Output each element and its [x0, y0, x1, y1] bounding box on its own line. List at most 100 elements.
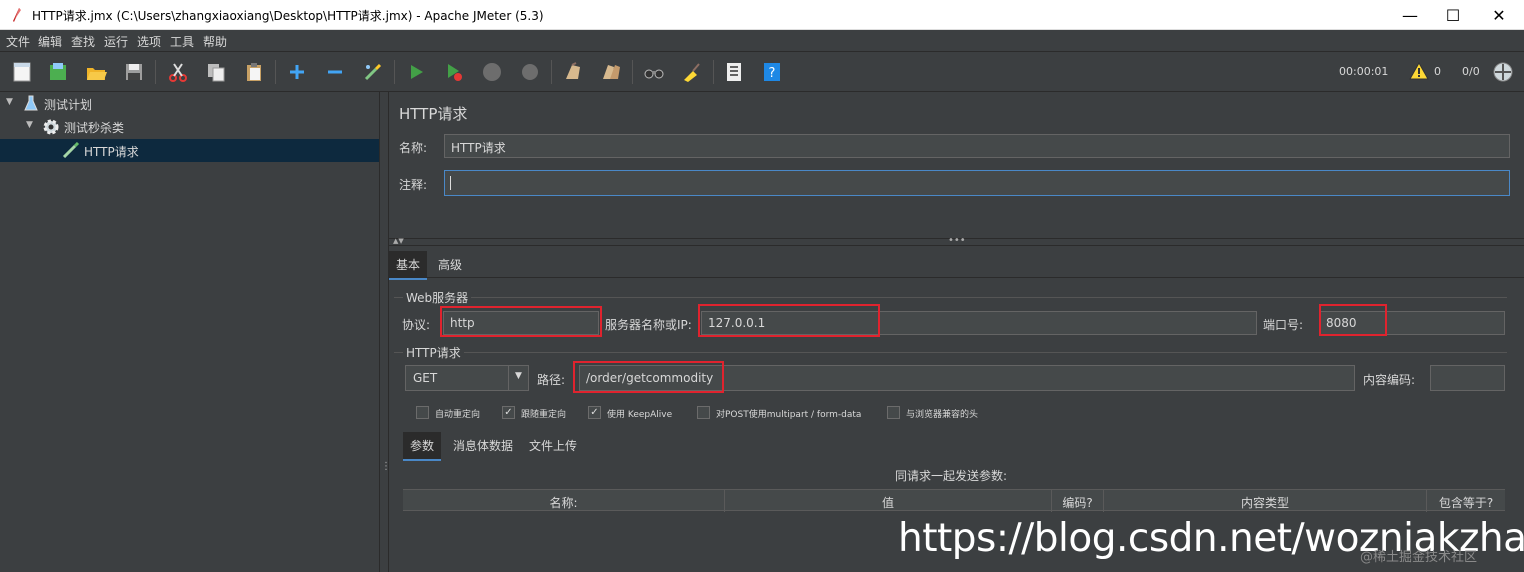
remove-icon[interactable]: [324, 61, 346, 83]
window-title: HTTP请求.jmx (C:\Users\zhangxiaoxiang\Desk…: [32, 9, 544, 23]
reset-search-icon[interactable]: [681, 61, 703, 83]
menu-edit[interactable]: 编辑: [38, 33, 62, 50]
toolbar-separator: [632, 60, 633, 84]
column-header-include-equals[interactable]: 包含等于?: [1427, 490, 1505, 512]
menu-bar: 文件 编辑 查找 运行 选项 工具 帮助: [0, 30, 1524, 52]
comment-field[interactable]: [444, 170, 1510, 196]
http-request-border: [394, 352, 1507, 353]
chevron-down-icon[interactable]: ▼: [508, 366, 528, 390]
expand-icon[interactable]: ▼: [26, 120, 33, 130]
function-helper-icon[interactable]: [723, 61, 745, 83]
test-plan-tree: ▼ 测试计划 ▼ 测试秒杀类 HTTP请求: [0, 92, 380, 572]
warning-icon[interactable]: [1409, 62, 1429, 80]
column-header-name[interactable]: 名称:: [403, 490, 725, 512]
paste-icon[interactable]: [243, 61, 265, 83]
start-no-pause-icon[interactable]: [443, 61, 465, 83]
shutdown-icon[interactable]: [519, 61, 541, 83]
path-field[interactable]: /order/getcommodity: [579, 365, 1355, 391]
warning-count: 0: [1434, 65, 1441, 78]
tree-node-thread-group[interactable]: ▼ 测试秒杀类: [26, 116, 376, 138]
encoding-label: 内容编码:: [1363, 373, 1416, 387]
close-icon: ✕: [1492, 5, 1506, 25]
checkbox-follow-redirect[interactable]: ✓: [502, 406, 515, 419]
add-icon[interactable]: [286, 61, 308, 83]
tree-node-test-plan[interactable]: ▼ 测试计划: [6, 93, 376, 115]
toolbar: ? 00:00:01 0 0/0: [0, 52, 1524, 92]
new-icon[interactable]: [11, 61, 33, 83]
port-field[interactable]: 8080: [1319, 311, 1505, 335]
save-icon[interactable]: [123, 61, 145, 83]
cut-icon[interactable]: [167, 61, 189, 83]
tab-files-upload[interactable]: 文件上传: [522, 432, 584, 459]
tree-label-test-plan: 测试计划: [44, 98, 93, 112]
elapsed-timer: 00:00:01: [1339, 65, 1389, 78]
clear-icon[interactable]: [562, 61, 584, 83]
checkbox-browser-headers[interactable]: [887, 406, 900, 419]
server-field[interactable]: 127.0.0.1: [701, 311, 1257, 335]
open-icon[interactable]: [85, 61, 107, 83]
toolbar-separator: [551, 60, 552, 84]
checkbox-multipart[interactable]: [697, 406, 710, 419]
clear-all-icon[interactable]: [600, 61, 622, 83]
tab-body-data[interactable]: 消息体数据: [446, 432, 520, 459]
menu-options[interactable]: 选项: [137, 33, 161, 50]
copy-icon[interactable]: [205, 61, 227, 83]
name-label: 名称:: [399, 141, 428, 155]
minimize-button[interactable]: —: [1387, 0, 1433, 30]
checkbox-keepalive[interactable]: ✓: [588, 406, 601, 419]
tab-divider: [389, 277, 1524, 278]
tree-node-http-request[interactable]: HTTP请求: [0, 139, 379, 162]
encoding-field[interactable]: [1430, 365, 1505, 391]
menu-tools[interactable]: 工具: [170, 33, 194, 50]
menu-help[interactable]: 帮助: [203, 33, 227, 50]
vertical-splitter[interactable]: ⋮: [380, 92, 391, 572]
column-header-encode[interactable]: 编码?: [1052, 490, 1104, 512]
web-server-legend: Web服务器: [403, 289, 472, 306]
close-button[interactable]: ✕: [1476, 0, 1522, 30]
watermark-juejin: @稀土掘金技术社区: [1360, 550, 1478, 565]
port-label: 端口号:: [1263, 318, 1304, 332]
menu-run[interactable]: 运行: [104, 33, 128, 50]
splitter-dots-icon: •••: [948, 235, 966, 246]
method-select[interactable]: GET ▼: [405, 365, 529, 391]
horizontal-splitter[interactable]: ▲▼ •••: [389, 235, 1524, 246]
server-label: 服务器名称或IP:: [605, 318, 692, 332]
expand-icon[interactable]: ▼: [6, 97, 13, 107]
tree-label-http-request: HTTP请求: [84, 145, 139, 159]
name-field[interactable]: HTTP请求: [444, 134, 1510, 158]
params-caption: 同请求一起发送参数:: [895, 469, 1008, 483]
gear-icon: [43, 119, 59, 135]
stop-icon[interactable]: [481, 61, 503, 83]
toolbar-separator: [275, 60, 276, 84]
svg-text:?: ?: [769, 66, 776, 81]
menu-search[interactable]: 查找: [71, 33, 95, 50]
templates-icon[interactable]: [47, 61, 69, 83]
start-icon[interactable]: [405, 61, 427, 83]
tab-advanced[interactable]: 高级: [431, 251, 469, 278]
checkbox-label: 与浏览器兼容的头: [906, 410, 979, 420]
toolbar-separator: [155, 60, 156, 84]
column-header-value[interactable]: 值: [725, 490, 1052, 512]
search-icon[interactable]: [643, 61, 665, 83]
checkbox-label: 使用 KeepAlive: [607, 410, 673, 420]
toolbar-separator: [394, 60, 395, 84]
column-header-content-type[interactable]: 内容类型: [1104, 490, 1427, 512]
panel-title: HTTP请求: [399, 105, 468, 123]
protocol-field[interactable]: http: [443, 311, 599, 335]
title-bar: HTTP请求.jmx (C:\Users\zhangxiaoxiang\Desk…: [0, 0, 1524, 30]
thread-count: 0/0: [1462, 65, 1480, 78]
tab-basic[interactable]: 基本: [389, 251, 428, 280]
remote-engines-icon[interactable]: [1492, 61, 1514, 83]
menu-file[interactable]: 文件: [6, 33, 30, 50]
checkbox-label: 对POST使用multipart / form-data: [716, 410, 862, 420]
collapse-arrows-icon[interactable]: ▲▼: [393, 237, 404, 245]
checkbox-auto-redirect[interactable]: [416, 406, 429, 419]
protocol-label: 协议:: [402, 318, 431, 332]
tab-parameters[interactable]: 参数: [403, 432, 442, 461]
maximize-button[interactable]: ☐: [1430, 0, 1476, 30]
help-icon[interactable]: ?: [761, 61, 783, 83]
web-server-border: [394, 297, 1507, 298]
toolbar-separator: [713, 60, 714, 84]
method-value: GET: [413, 371, 438, 385]
toggle-icon[interactable]: [362, 61, 384, 83]
